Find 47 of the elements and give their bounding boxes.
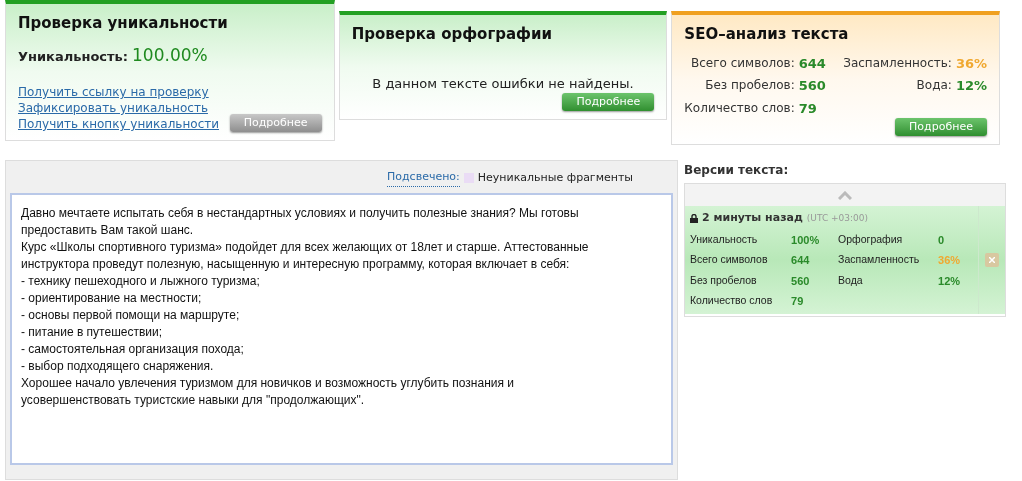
details-button[interactable]: Подробнее — [895, 118, 987, 136]
version-item[interactable]: 2 минуты назад (UTC +03:00) Уникальность 100% Орфография 0 Всего символов 644 Заспамленность 36% Без пробелов 560 Вода 12% Количество слов 79 — [685, 206, 1005, 314]
card-title: Проверка уникальности — [18, 13, 229, 34]
stat-label: Без пробелов: — [704, 77, 795, 94]
stat-label: Количество слов — [690, 293, 774, 308]
spelling-message: В данном тексте ошибки не найдены. — [371, 74, 635, 93]
versions-title: Версии текста: — [684, 162, 790, 179]
uniqueness-value: 100.00% — [132, 43, 208, 67]
stat-value: 560 — [798, 77, 826, 95]
close-icon — [989, 256, 995, 263]
uniqueness-label: Уникальность: — [18, 47, 129, 66]
stat-label: Количество слов: — [684, 99, 795, 117]
stat-value: 100% — [791, 232, 821, 248]
stat-label: Вода: — [915, 77, 952, 94]
stat-label: Заспамленность: — [842, 54, 952, 72]
stat-value: 12% — [955, 77, 987, 95]
stat-value: 36% — [938, 253, 962, 268]
stat-value: 79 — [791, 294, 805, 309]
stat-value: 79 — [798, 99, 818, 118]
card-title: Проверка орфографии — [351, 24, 554, 45]
scroll-up-button[interactable] — [685, 184, 1005, 206]
version-timezone: (UTC +03:00) — [806, 211, 869, 225]
stat-value: 644 — [791, 253, 811, 268]
stat-value: 0 — [938, 232, 946, 248]
stat-label: Всего символов: — [690, 54, 795, 72]
stat-label: Всего символов — [690, 252, 769, 267]
legend-label: Неуникальные фрагменты — [477, 169, 633, 186]
action-link[interactable]: Получить кнопку уникальности — [18, 116, 219, 132]
stat-label: Уникальность — [690, 231, 759, 247]
delete-button[interactable] — [985, 252, 999, 267]
stat-value: 644 — [798, 54, 826, 73]
text-content: Давно мечтаете испытать себя в нестандартных условиях и получить полезные знания? Мы готовы предоставить Вам такой шанс. Курс «Школы спортивного туризма» подойдет для всех желающих от 18лет и старше. Аттестованные инструктора проведут полезную, насыщенную и интересную программу, которая включает в себя: - технику пешеходного и лыжного туризма; - ориентирование на местности; - основы первой помощи на маршруте; - питание в путешествии; - самостоятельная организация похода; - выбор подходящего снаряжения. Хорошее начало увлечения туризмом для новичков и возможность углубить познания и усовершенствовать туристские навыки для "продолжающих". — [21, 204, 590, 409]
stat-value: 36% — [955, 54, 987, 73]
text-area[interactable] — [10, 192, 673, 465]
action-link[interactable]: Получить ссылку на проверку — [18, 84, 219, 100]
stat-value: 560 — [791, 273, 811, 289]
details-button[interactable]: Подробнее — [562, 93, 655, 111]
stat-value: 12% — [938, 273, 962, 289]
stat-label: Орфография — [838, 231, 904, 247]
version-time: 2 минуты назад — [702, 210, 803, 226]
stat-label: Вода — [838, 272, 864, 288]
action-link[interactable]: Зафиксировать уникальность — [18, 100, 219, 116]
stat-label: Без пробелов — [690, 272, 758, 288]
stat-label: Заспамленность — [838, 252, 921, 267]
card-title: SEO–анализ текста — [684, 24, 850, 45]
highlight-link[interactable]: Подсвечено: — [387, 169, 460, 187]
chevron-up-icon — [838, 190, 852, 200]
